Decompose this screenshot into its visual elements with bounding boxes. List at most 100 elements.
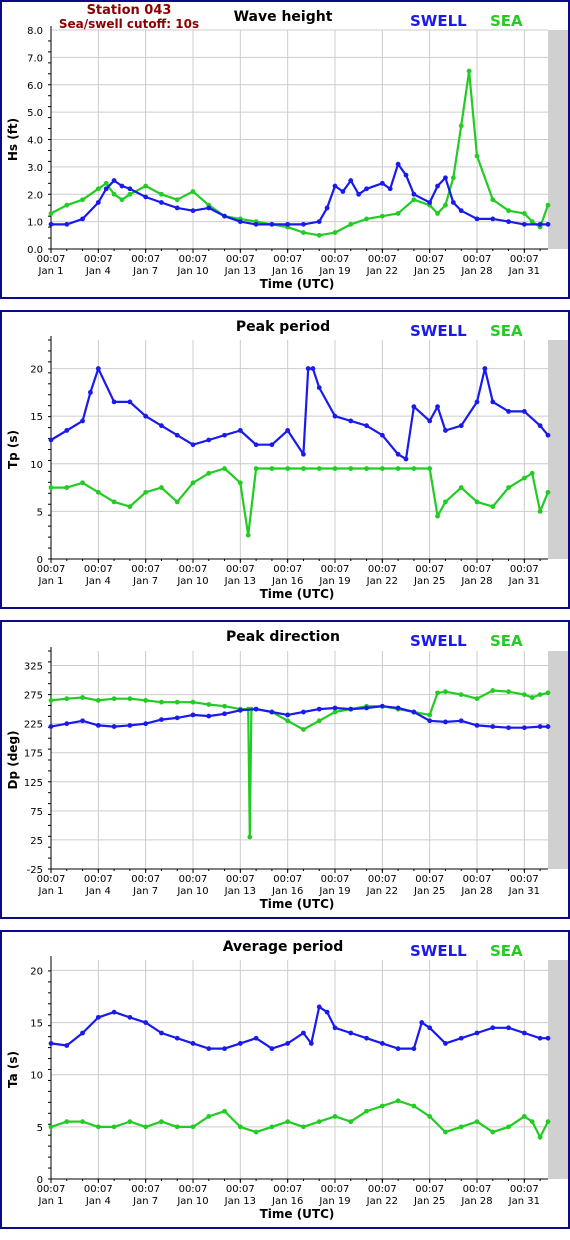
- data-point-sea: [64, 202, 70, 208]
- x-tick-time: 00:07: [463, 874, 492, 885]
- x-tick-time: 00:07: [37, 1184, 66, 1195]
- data-point-swell: [143, 1020, 149, 1025]
- data-point-swell: [521, 221, 527, 227]
- x-tick-time: 00:07: [226, 564, 255, 575]
- data-point-swell: [64, 428, 70, 433]
- data-point-swell: [222, 1046, 227, 1052]
- data-point-swell: [443, 428, 448, 433]
- legend-sea: SEA: [490, 632, 523, 650]
- data-point-sea: [458, 692, 464, 697]
- x-tick-date: Jan 16: [271, 266, 303, 277]
- x-tick-time: 00:07: [84, 1184, 113, 1195]
- x-tick-time: 00:07: [273, 564, 302, 575]
- data-point-swell: [474, 723, 480, 728]
- data-point-swell: [316, 219, 322, 225]
- data-point-swell: [379, 703, 385, 709]
- data-point-sea: [111, 191, 117, 197]
- data-point-swell: [206, 1046, 212, 1052]
- data-point-sea: [435, 513, 440, 519]
- data-point-swell: [190, 712, 196, 718]
- data-point-swell: [443, 719, 448, 725]
- x-tick-date: Jan 28: [460, 266, 492, 277]
- data-point-swell: [537, 724, 543, 729]
- data-point-swell: [521, 725, 527, 731]
- data-point-sea: [316, 1119, 322, 1125]
- x-tick-time: 00:07: [510, 254, 539, 265]
- data-point-swell: [119, 183, 125, 189]
- data-point-swell: [490, 1025, 496, 1031]
- x-tick-date: Jan 31: [508, 886, 540, 897]
- x-tick-time: 00:07: [321, 254, 350, 265]
- x-tick-date: Jan 31: [508, 576, 540, 587]
- legend-swell: SWELL: [410, 322, 467, 340]
- data-point-swell: [458, 718, 464, 724]
- data-point-sea: [247, 834, 253, 840]
- x-axis-label: Time (UTC): [260, 1207, 335, 1221]
- data-point-swell: [411, 191, 417, 197]
- data-point-sea: [348, 221, 354, 227]
- data-point-sea: [506, 485, 511, 490]
- data-point-sea: [127, 504, 133, 510]
- legend-swell: SWELL: [410, 942, 467, 960]
- data-point-swell: [64, 221, 70, 227]
- data-point-swell: [253, 442, 259, 448]
- data-point-swell: [348, 178, 354, 183]
- data-point-sea: [537, 1134, 543, 1140]
- data-point-swell: [111, 178, 117, 183]
- data-point-swell: [222, 213, 227, 219]
- data-point-sea: [253, 466, 259, 471]
- x-tick-date: Jan 1: [38, 266, 64, 277]
- data-point-sea: [127, 1119, 133, 1125]
- data-point-sea: [316, 232, 322, 238]
- data-point-sea: [190, 189, 196, 194]
- data-point-swell: [308, 1041, 314, 1046]
- x-tick-date: Jan 4: [85, 886, 111, 897]
- data-point-swell: [111, 399, 117, 405]
- data-point-sea: [395, 211, 401, 216]
- data-point-swell: [332, 413, 338, 419]
- data-point-sea: [159, 191, 164, 197]
- data-point-swell: [159, 717, 164, 722]
- data-point-swell: [159, 200, 164, 205]
- data-point-sea: [119, 197, 125, 203]
- data-point-swell: [127, 1014, 133, 1020]
- data-point-sea: [143, 183, 149, 189]
- data-point-swell: [310, 366, 316, 371]
- data-point-swell: [206, 205, 212, 211]
- x-tick-time: 00:07: [463, 1184, 492, 1195]
- data-point-sea: [458, 123, 464, 129]
- data-point-swell: [435, 404, 440, 410]
- data-point-swell: [490, 399, 496, 405]
- x-tick-date: Jan 16: [271, 1196, 303, 1207]
- data-point-swell: [458, 208, 464, 214]
- data-point-sea: [466, 68, 472, 74]
- data-point-sea: [537, 692, 543, 697]
- data-point-swell: [427, 200, 433, 205]
- x-tick-time: 00:07: [368, 1184, 397, 1195]
- x-tick-time: 00:07: [321, 874, 350, 885]
- data-point-sea: [490, 197, 496, 203]
- chart-title: Peak direction: [226, 629, 340, 645]
- data-point-sea: [395, 466, 401, 471]
- data-point-sea: [332, 466, 338, 471]
- data-point-swell: [332, 705, 338, 711]
- chart-title: Average period: [223, 939, 344, 955]
- data-point-sea: [443, 499, 448, 505]
- data-point-swell: [127, 186, 133, 192]
- y-tick-label: 4.0: [27, 136, 43, 147]
- x-axis-label: Time (UTC): [260, 587, 335, 601]
- data-point-sea: [285, 1119, 291, 1125]
- x-tick-date: Jan 25: [413, 266, 445, 277]
- data-point-sea: [269, 466, 275, 471]
- data-point-swell: [269, 221, 275, 227]
- data-point-sea: [348, 1119, 354, 1125]
- data-point-swell: [545, 221, 551, 227]
- data-point-swell: [285, 221, 291, 227]
- data-point-swell: [143, 413, 149, 419]
- data-point-sea: [427, 1114, 433, 1119]
- data-point-swell: [80, 1030, 85, 1036]
- y-tick-label: 5.0: [27, 108, 43, 119]
- x-tick-time: 00:07: [226, 254, 255, 265]
- x-tick-time: 00:07: [179, 1184, 208, 1195]
- data-point-swell: [269, 709, 275, 715]
